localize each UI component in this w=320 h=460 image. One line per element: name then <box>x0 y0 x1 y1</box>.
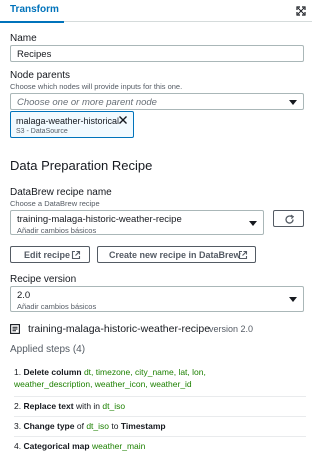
recipe-version-select[interactable]: 2.0 Añadir cambios básicos <box>10 286 304 312</box>
step-action: Replace text <box>23 401 74 411</box>
databrew-recipe-value: training-malaga-historic-weather-recipe <box>17 214 182 225</box>
recipe-version-sub: Añadir cambios básicos <box>17 302 97 311</box>
edit-recipe-button[interactable]: Edit recipe <box>10 246 90 263</box>
step-columns: dt, timezone, city_name, lat, lon, <box>83 367 206 377</box>
list-item: 4. Categorical map weather_main <box>14 440 304 452</box>
chevron-down-icon <box>289 297 297 302</box>
step-columns: weather_main <box>91 441 146 451</box>
recipe-version-value: 2.0 <box>17 290 31 301</box>
list-item: 3. Change type of dt_iso to Timestamp <box>14 420 304 432</box>
applied-steps-heading: Applied steps (4) <box>10 344 86 355</box>
step-text: to <box>111 421 119 431</box>
step-columns: dt_iso <box>102 401 126 411</box>
name-input-value: Recipes <box>17 49 52 60</box>
remove-token-icon[interactable] <box>118 115 128 125</box>
step-text: of <box>76 421 84 431</box>
step-columns: dt_iso <box>86 421 110 431</box>
tab-bar: Transform <box>0 0 312 23</box>
step-text: with in <box>75 401 101 411</box>
list-item: 2. Replace text with in dt_iso <box>14 400 304 412</box>
expand-icon[interactable] <box>296 6 306 16</box>
databrew-recipe-label: DataBrew recipe name <box>10 187 112 198</box>
node-parents-select[interactable]: Choose one or more parent node <box>10 93 304 110</box>
divider <box>14 396 306 397</box>
tab-transform-label: Transform <box>10 4 59 15</box>
list-item: 1. Delete column dt, timezone, city_name… <box>14 366 304 390</box>
name-input[interactable]: Recipes <box>10 45 304 62</box>
chevron-down-icon <box>289 100 297 105</box>
create-recipe-button[interactable]: Create new recipe in DataBrew <box>97 246 256 263</box>
create-recipe-label: Create new recipe in DataBrew <box>109 250 241 260</box>
edit-recipe-label: Edit recipe <box>24 250 71 260</box>
tab-active-indicator <box>0 21 64 23</box>
refresh-icon <box>285 214 295 224</box>
step-number: 1. <box>14 367 22 377</box>
name-label: Name <box>10 33 37 44</box>
step-action: Delete column <box>23 367 82 377</box>
token-subtitle: S3 - DataSource <box>16 128 68 135</box>
divider <box>14 436 306 437</box>
step-target-type: Timestamp <box>120 421 166 431</box>
step-number: 3. <box>14 421 22 431</box>
step-action: Categorical map <box>23 441 90 451</box>
recipe-document-icon <box>10 324 20 334</box>
token-title: malaga-weather-historical <box>16 116 120 126</box>
parent-node-token: malaga-weather-historical S3 - DataSourc… <box>10 111 134 138</box>
external-link-icon <box>238 250 248 260</box>
recipe-version-label: Recipe version <box>10 274 77 285</box>
step-columns: weather_description, weather_icon, weath… <box>14 379 192 389</box>
step-number: 4. <box>14 441 22 451</box>
node-parents-label: Node parents <box>10 70 71 81</box>
step-action: Change type <box>23 421 75 431</box>
tab-transform[interactable]: Transform <box>0 0 69 23</box>
section-title: Data Preparation Recipe <box>10 158 153 173</box>
node-parents-description: Choose which nodes will provide inputs f… <box>10 82 183 91</box>
chevron-down-icon <box>249 221 257 226</box>
recipe-summary-version: version 2.0 <box>209 324 254 334</box>
recipe-summary-name: training-malaga-historic-weather-recipe <box>28 323 211 335</box>
refresh-button[interactable] <box>273 210 304 227</box>
databrew-recipe-description: Choose a DataBrew recipe <box>10 199 100 208</box>
step-number: 2. <box>14 401 22 411</box>
node-parents-placeholder: Choose one or more parent node <box>17 97 157 108</box>
databrew-recipe-select[interactable]: training-malaga-historic-weather-recipe … <box>10 210 264 235</box>
databrew-recipe-sub: Añadir cambios básicos <box>17 226 97 235</box>
divider <box>14 416 306 417</box>
external-link-icon <box>71 250 81 260</box>
